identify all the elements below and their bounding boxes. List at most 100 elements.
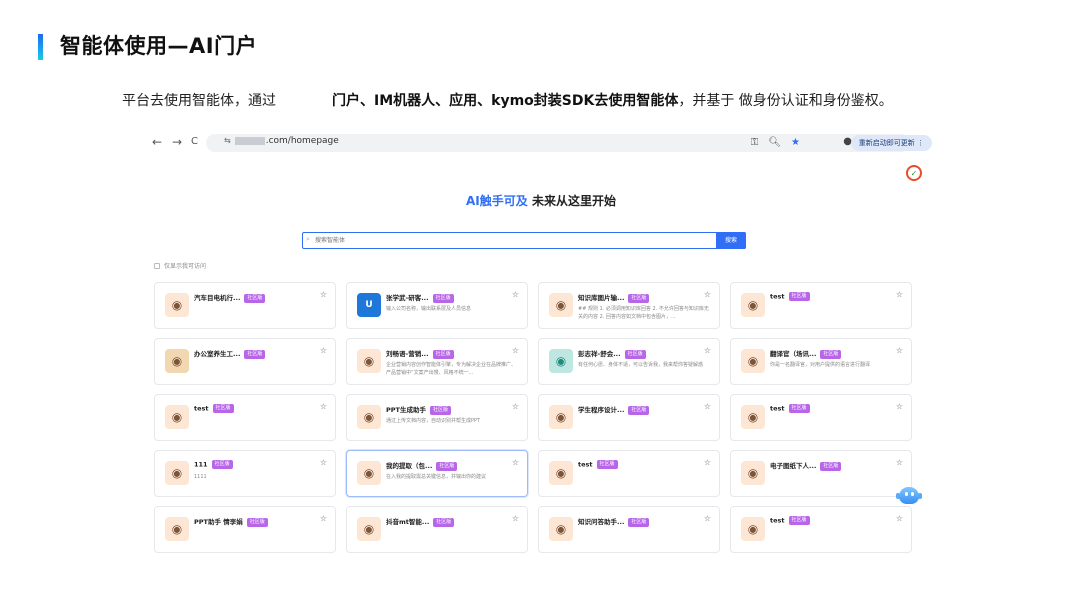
favorite-star-icon[interactable]: ☆ [704,402,711,411]
agent-card-description: 1111 [194,474,207,480]
edition-badge: 社区版 [429,405,451,415]
hero-rest: 未来从这里开始 [527,194,616,208]
robot-icon: ◉ [741,517,765,541]
slide-title: 智能体使用—AI门户 [60,34,258,58]
reload-icon[interactable]: C [191,135,198,149]
agent-card[interactable]: ◉ PPT生成助手 社区版 通过上传文档内容，自动识别并帮生成PPT ☆ [346,394,528,441]
back-icon[interactable]: ← [152,135,162,149]
favorite-star-icon[interactable]: ☆ [512,290,519,299]
agent-card[interactable]: ◉ 学生程序设计... 社区版 ☆ [538,394,720,441]
agent-card-title: 办公室养生工... 社区版 [194,348,266,359]
favorite-star-icon[interactable]: ☆ [896,346,903,355]
robot-icon: ◉ [549,461,573,485]
agent-card-title: 彭志祥-舒会... 社区版 [578,348,646,359]
favorite-star-icon[interactable]: ☆ [896,402,903,411]
edition-badge: 社区版 [820,349,842,359]
search-input[interactable] [303,233,715,248]
agent-card[interactable]: ◉ 办公室养生工... 社区版 ☆ [154,338,336,385]
agent-card[interactable]: ◉ 知识问答助手... 社区版 ☆ [538,506,720,553]
agent-card[interactable]: ◉ 翻译官（场讯... 社区版 你是一名翻译官，对用户提供的语言进行翻译 ☆ [730,338,912,385]
password-key-icon[interactable]: ⚿ [751,137,759,148]
agent-card[interactable]: ◉ 抖音mt智能... 社区版 ☆ [346,506,528,553]
site-info-icon[interactable]: ⇆ [224,136,231,145]
agent-name: 知识库图片输... [578,294,625,302]
favorite-star-icon[interactable]: ☆ [896,514,903,523]
agent-card[interactable]: ◉ PPT助手 情李娟 社区版 ☆ [154,506,336,553]
favorite-star-icon[interactable]: ☆ [320,402,327,411]
only-visible-toggle[interactable]: 仅显示我可访问 [154,261,206,270]
favorite-star-icon[interactable]: ☆ [320,346,327,355]
robot-icon: ◉ [741,461,765,485]
address-bar[interactable]: ⇆ .com/homepage ⚿ 🔍︎ ★ [206,134,910,152]
agent-card-title: 张学武-研客... 社区版 [386,292,454,303]
robot-icon: ◉ [741,405,765,429]
agent-name: 彭志祥-舒会... [578,350,621,358]
robot-icon: ◉ [357,405,381,429]
browser-toolbar: ← → C ⇆ .com/homepage ⚿ 🔍︎ ★ ● 重新启动即可更新 ⋮ [146,132,936,154]
favorite-star-icon[interactable]: ☆ [512,346,519,355]
agent-card-title: 刘畅语-营销... 社区版 [386,348,454,359]
zoom-icon[interactable]: 🔍︎ [768,137,781,148]
robot-icon: ◉ [165,517,189,541]
agent-card-description: 输入公司名称，输出联系层及人员信息 [386,306,472,312]
favorite-star-icon[interactable]: ☆ [320,290,327,299]
favorite-star-icon[interactable]: ☆ [512,458,519,467]
agent-card[interactable]: ◉ 111 社区版 1111 ☆ [154,450,336,497]
agent-card[interactable]: ◉ test 社区版 ☆ [730,282,912,329]
forward-icon[interactable]: → [172,135,182,149]
favorite-star-icon[interactable]: ☆ [704,514,711,523]
agent-card-title: 我的提取（包... 社区版 [386,460,458,471]
agent-card[interactable]: ◉ test 社区版 ☆ [538,450,720,497]
only-visible-label: 仅显示我可访问 [164,263,207,270]
edition-badge: 社区版 [788,404,810,413]
agent-card[interactable]: ◉ test 社区版 ☆ [154,394,336,441]
edition-badge: 社区版 [211,460,233,469]
agent-card[interactable]: ◉ 电子图纸下人... 社区版 ☆ [730,450,912,497]
edition-badge: 社区版 [788,292,810,301]
agent-name: 111 [194,460,208,469]
robot-icon: ◉ [357,517,381,541]
agent-card-title: test 社区版 [770,404,810,413]
url-text: .com/homepage [265,136,339,146]
edition-badge: 社区版 [244,293,266,303]
favorite-star-icon[interactable]: ☆ [512,402,519,411]
favorite-star-icon[interactable]: ☆ [896,458,903,467]
restart-update-button[interactable]: 重新启动即可更新 ⋮ [850,135,932,151]
checkbox[interactable] [154,262,160,269]
agent-name: test [194,404,209,413]
agent-card[interactable]: ◉ 汽车目电机行... 社区版 ☆ [154,282,336,329]
favorite-star-icon[interactable]: ☆ [320,514,327,523]
agent-card-title: 111 社区版 [194,460,233,469]
blurred-domain [234,136,265,145]
agent-card[interactable]: ◉ 刘畅语-营销... 社区版 企业营销内容创作智能体引擎，专为解决企业在品牌推广、产… [346,338,528,385]
agent-card[interactable]: ◉ 知识库图片输... 社区版 ## 规则 1. 必须调用知识库回答 2. 不允许回答… [538,282,720,329]
agent-card[interactable]: U 张学武-研客... 社区版 输入公司名称，输出联系层及人员信息 ☆ [346,282,528,329]
title-accent-bar [38,34,43,60]
agent-name: 抖音mt智能... [386,518,430,526]
search-button[interactable]: 搜索 [716,232,746,249]
edition-badge: 社区版 [628,405,650,415]
subtitle-bold: 门户、IM机器人、应用、kymo封装SDK去使用智能体 [332,93,679,109]
edition-badge: 社区版 [212,404,234,413]
agent-card[interactable]: ◉ 彭志祥-舒会... 社区版 有任何心愿、身体不适，可以告诉我，我来帮你答疑解惑 ☆ [538,338,720,385]
agent-card[interactable]: ◉ test 社区版 ☆ [730,506,912,553]
agent-card-title: 电子图纸下人... 社区版 [770,460,842,471]
agent-name: 汽车目电机行... [194,294,241,302]
agent-name: PPT生成助手 [386,406,426,414]
favorite-star-icon[interactable]: ☆ [512,514,519,523]
assistant-bot-icon[interactable] [896,484,922,508]
agent-name: 学生程序设计... [578,406,625,414]
edition-badge: 社区版 [246,517,268,527]
bookmark-star-icon[interactable]: ★ [791,137,800,148]
browser-window: ← → C ⇆ .com/homepage ⚿ 🔍︎ ★ ● 重新启动即可更新 ⋮ ✓… [146,128,936,583]
menu-dots-icon: ⋮ [917,139,924,147]
favorite-star-icon[interactable]: ☆ [320,458,327,467]
site-logo-icon[interactable]: ✓ [906,165,922,181]
favorite-star-icon[interactable]: ☆ [704,290,711,299]
favorite-star-icon[interactable]: ☆ [704,346,711,355]
agent-card[interactable]: ◉ 我的提取（包... 社区版 在入我的提取需总关键信息，并输出你的建议 ☆ [346,450,528,497]
favorite-star-icon[interactable]: ☆ [704,458,711,467]
agent-card-title: 抖音mt智能... 社区版 [386,516,455,527]
agent-card[interactable]: ◉ test 社区版 ☆ [730,394,912,441]
favorite-star-icon[interactable]: ☆ [896,290,903,299]
